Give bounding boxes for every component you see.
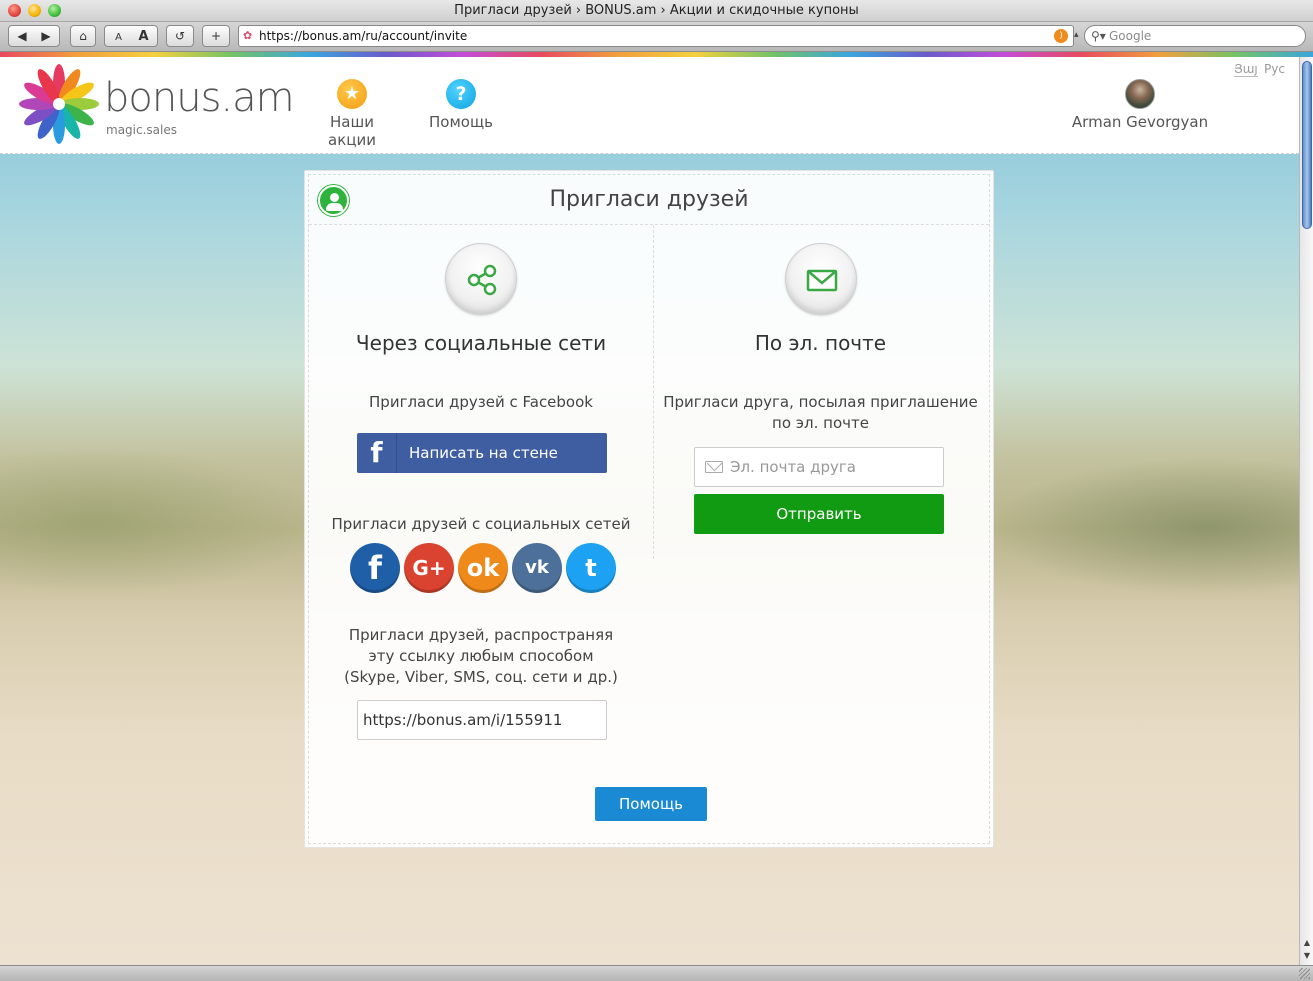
send-button[interactable]: Отправить [694,494,944,534]
nav-our-actions-label: Наши акции [328,113,376,149]
back-forward-buttons: ◀ ▶ [8,25,60,47]
site-header: bonus.am magic.sales ★ Наши акции ? Помо… [0,57,1299,154]
social-heading: Через социальные сети [355,331,607,355]
home-button[interactable]: ⌂ [70,25,96,47]
envelope-icon [784,243,857,315]
facebook-share-button[interactable]: f [350,543,400,593]
envelope-small-icon [705,461,723,473]
user-name: Arman Gevorgyan [1071,113,1209,131]
scroll-up-arrow-icon[interactable]: ▲ [1301,937,1313,949]
browser-titlebar: Пригласи друзей › BONUS.am › Акции и ски… [0,0,1313,22]
nav-help-label: Помощь [429,113,493,131]
facebook-wall-label: Написать на стене [409,444,558,462]
scrollbar-thumb[interactable] [1302,61,1312,229]
reload-button[interactable]: ↺ [166,25,194,47]
nav-help[interactable]: ? Помощь [426,79,496,131]
add-bookmark-button[interactable]: + [202,25,230,47]
background-decoration [990,457,1299,597]
search-placeholder: Google [1109,29,1152,43]
background-decoration [0,447,320,597]
logo-text: bonus.am [104,75,295,121]
search-icon: ⚲▾ [1091,29,1106,43]
page-title: Пригласи друзей [549,187,749,212]
twitter-share-button[interactable]: t [566,543,616,593]
site-logo[interactable]: bonus.am magic.sales [18,63,295,149]
logo-tagline: magic.sales [106,123,177,137]
search-input[interactable]: ⚲▾ Google [1084,25,1306,47]
networks-invite-text: Пригласи друзей с социальных сетей [331,515,631,533]
google-plus-share-button[interactable]: G+ [404,543,454,593]
share-icon [445,243,517,315]
font-larger-button[interactable]: A [131,27,156,47]
address-bar[interactable]: ✿ https://bonus.am/ru/account/invite ) [238,25,1074,47]
odnoklassniki-share-button[interactable]: ok [458,543,508,593]
nav-our-actions[interactable]: ★ Наши акции [304,79,400,149]
user-menu[interactable]: Arman Gevorgyan [1070,79,1210,131]
avatar [1125,79,1155,109]
email-heading: По эл. почте [754,331,887,355]
invite-card: Пригласи друзей Через социальные сети Пр… [304,170,994,848]
browser-toolbar: ◀ ▶ ⌂ AA ↺ + ✿ https://bonus.am/ru/accoun… [0,22,1313,52]
address-dropdown-icon[interactable]: ▴ [1074,30,1079,40]
friend-email-input[interactable]: Эл. почта друга [694,447,944,487]
invite-card-header: Пригласи друзей [309,175,989,225]
star-icon: ★ [337,79,367,109]
friend-email-placeholder: Эл. почта друга [730,458,856,476]
facebook-invite-text: Пригласи друзей с Facebook [369,393,593,411]
social-share-buttons: f G+ ok vk t [350,543,616,595]
question-icon: ? [446,79,476,109]
language-armenian[interactable]: Յայ [1234,62,1258,77]
forward-button[interactable]: ▶ [34,26,58,46]
language-russian[interactable]: Рус [1264,62,1285,76]
invite-card-inner: Пригласи друзей Через социальные сети Пр… [308,174,990,844]
help-button[interactable]: Помощь [595,787,707,821]
facebook-wall-button[interactable]: f Написать на стене [357,433,607,473]
vk-share-button[interactable]: vk [512,543,562,593]
back-button[interactable]: ◀ [10,26,34,46]
link-invite-text: Пригласи друзей, распространяя эту ссылк… [344,626,618,686]
font-smaller-button[interactable]: A [106,28,131,48]
resize-handle-icon[interactable] [1299,968,1310,979]
rss-icon[interactable]: ) [1054,29,1068,43]
window-title: Пригласи друзей › BONUS.am › Акции и ски… [454,3,859,18]
font-size-buttons: AA [104,25,158,47]
flower-logo-icon [19,64,99,144]
email-invite-text: Пригласи друга, посылая приглашение по э… [663,393,978,432]
scroll-down-arrow-icon[interactable]: ▼ [1301,950,1313,962]
social-invite-section: Через социальные сети Пригласи друзей с … [309,225,653,740]
invite-link-field[interactable]: https://bonus.am/i/155911 [357,700,607,740]
status-bar [0,965,1313,981]
site-favicon-icon: ✿ [243,29,253,42]
address-text: https://bonus.am/ru/account/invite [259,29,468,43]
vertical-scrollbar[interactable]: ▲ ▼ [1299,57,1313,965]
page-viewport: bonus.am magic.sales ★ Наши акции ? Помо… [0,57,1299,965]
facebook-icon: f [357,433,397,473]
email-invite-section: По эл. почте Пригласи друга, посылая при… [654,225,987,534]
